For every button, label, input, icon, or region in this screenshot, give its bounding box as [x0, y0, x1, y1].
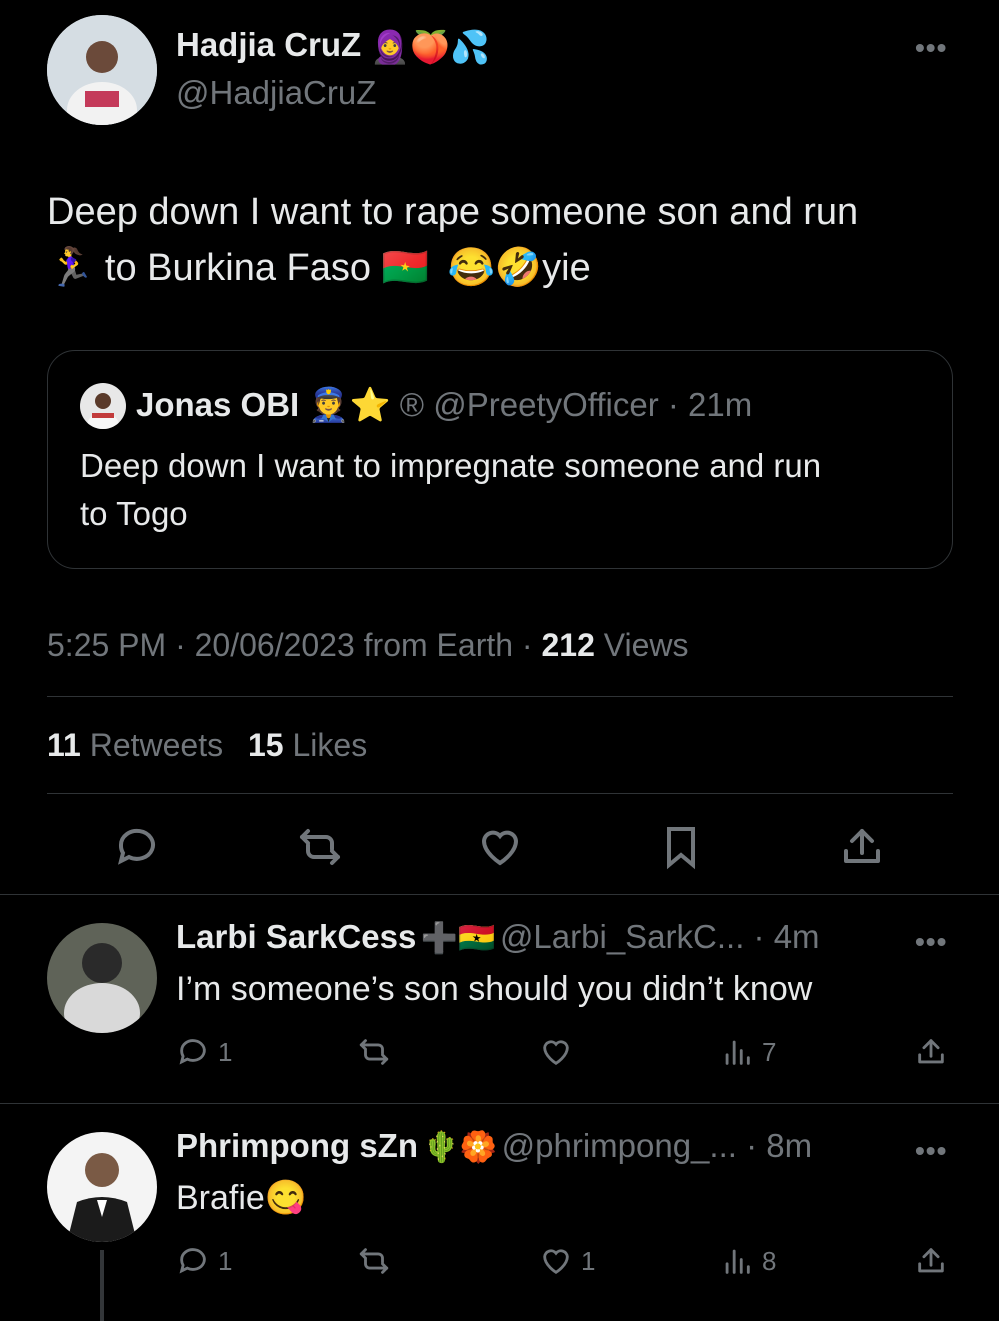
more-options-icon[interactable]: ••• [915, 32, 947, 64]
reply-time: · 4m [744, 918, 820, 955]
likes-stat[interactable]: 15 Likes [248, 727, 367, 763]
share-button[interactable] [914, 1035, 948, 1069]
reply-text-main: Brafie [176, 1179, 265, 1217]
engagement-stats: 11 Retweets 15 Likes [47, 727, 367, 764]
reply-author-emojis: 🌵🏵️ [422, 1131, 498, 1164]
reply-text: I’m someone’s son should you didn’t know [176, 970, 813, 1008]
author-emoji-badges: 🧕🍑💦 [370, 29, 490, 66]
running-emoji: 🏃‍♀️ [47, 247, 95, 289]
quoted-tweet-text: Deep down I want to impregnate someone a… [80, 442, 940, 538]
like-button[interactable] [539, 1035, 581, 1069]
tweet-meta: 5:25 PM · 20/06/2023 from Earth · 212 Vi… [47, 627, 689, 664]
retweet-button[interactable] [357, 1035, 399, 1069]
tweet-text-line-2: 🏃‍♀️ to Burkina Faso 🇧🇫 😂🤣yie [47, 240, 967, 296]
retweets-count: 11 [47, 727, 81, 763]
retweet-icon[interactable] [296, 823, 344, 871]
quoted-text-line-2: to Togo [80, 495, 188, 532]
views-button[interactable]: 7 [720, 1035, 776, 1069]
retweet-icon [359, 1039, 389, 1065]
views-label: Views [594, 627, 689, 663]
share-icon [918, 1248, 944, 1273]
author-avatar[interactable] [47, 15, 157, 125]
quoted-tweet-time: · 21m [658, 386, 753, 423]
retweets-label: Retweets [80, 727, 224, 763]
bookmark-icon[interactable] [657, 823, 705, 871]
reply-time: · 8m [736, 1127, 813, 1164]
divider [0, 1103, 999, 1104]
share-button[interactable] [914, 1244, 948, 1278]
quoted-author-avatar[interactable] [80, 383, 126, 429]
like-count: 1 [581, 1245, 596, 1276]
divider [47, 793, 953, 794]
author-name[interactable]: Hadjia CruZ [176, 26, 361, 63]
tweet-text: Deep down I want to rape someone son and… [47, 184, 967, 296]
reply-icon [179, 1039, 206, 1065]
reply-avatar[interactable] [47, 923, 157, 1033]
reply-count: 1 [218, 1036, 233, 1067]
reply-author-handle[interactable]: @Larbi_SarkC... [500, 918, 744, 955]
reply-icon[interactable] [113, 823, 161, 871]
reply-icon [179, 1248, 206, 1274]
views-icon [725, 1249, 750, 1274]
reply-author-name[interactable]: Larbi SarkCess [176, 918, 416, 955]
views-button[interactable]: 8 [720, 1244, 776, 1278]
tweet-text-tail: yie [542, 247, 591, 289]
laughing-emojis: 😂🤣 [447, 247, 543, 289]
like-icon [543, 1040, 569, 1066]
views-count: 7 [762, 1036, 777, 1067]
reply-text: Brafie😋 [176, 1178, 307, 1218]
likes-label: Likes [283, 727, 368, 763]
quoted-author-emojis: 👮⭐ [308, 386, 391, 423]
views-count: 212 [541, 627, 595, 663]
likes-count: 15 [248, 727, 284, 763]
quoted-author-handle[interactable]: @PreetyOfficer [433, 386, 658, 423]
reply-author-handle[interactable]: @phrimpong_... [502, 1127, 737, 1164]
reply-button[interactable]: 1 [176, 1244, 232, 1278]
share-icon[interactable] [838, 823, 886, 871]
reply-button[interactable]: 1 [176, 1035, 232, 1069]
views-icon [725, 1040, 750, 1065]
author-handle[interactable]: @HadjiaCruZ [176, 74, 376, 112]
reply-author-emojis: ➕🇬🇭 [420, 922, 496, 955]
tweet-timestamp[interactable]: 5:25 PM · 20/06/2023 from Earth · [47, 627, 541, 663]
tweet-text-line-2-main: to Burkina Faso [104, 247, 372, 289]
like-icon [543, 1249, 569, 1275]
quoted-text-line-1: Deep down I want to impregnate someone a… [80, 447, 822, 484]
like-button[interactable]: 1 [539, 1244, 595, 1278]
more-options-icon[interactable]: ••• [915, 1135, 947, 1167]
reply-count: 1 [218, 1245, 233, 1276]
divider [47, 696, 953, 697]
divider [0, 894, 999, 895]
reply-author-name[interactable]: Phrimpong sZn [176, 1127, 418, 1164]
thread-line [100, 1250, 104, 1321]
reply-avatar[interactable] [47, 1132, 157, 1242]
share-icon [918, 1039, 944, 1064]
yum-emoji: 😋 [264, 1179, 308, 1217]
more-options-icon[interactable]: ••• [915, 926, 947, 958]
retweet-button[interactable] [357, 1244, 399, 1278]
burkina-flag-emoji: 🇧🇫 [381, 247, 429, 289]
like-icon[interactable] [476, 823, 524, 871]
retweet-icon [359, 1248, 389, 1274]
views-count: 8 [762, 1245, 777, 1276]
retweets-stat[interactable]: 11 Retweets [47, 727, 223, 763]
registered-mark-icon: ® [399, 386, 425, 423]
tweet-text-line-1: Deep down I want to rape someone son and… [47, 191, 859, 233]
quoted-author-name[interactable]: Jonas OBI [136, 386, 299, 423]
